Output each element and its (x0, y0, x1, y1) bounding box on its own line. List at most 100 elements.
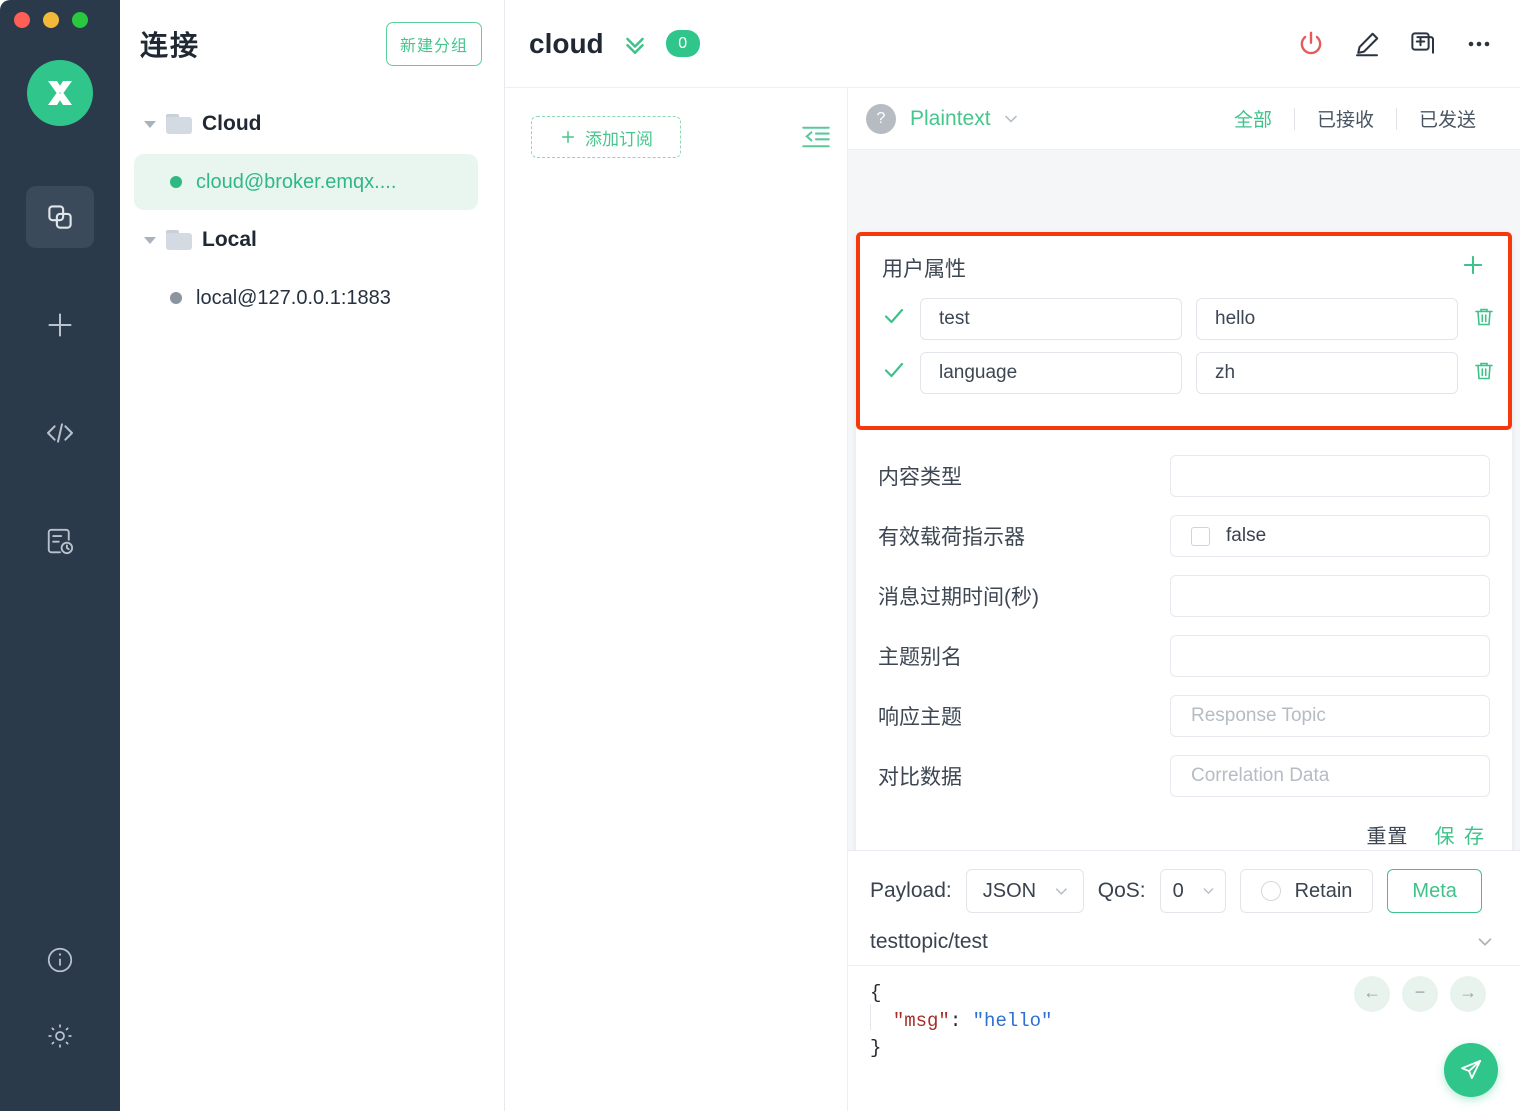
payload-format-select[interactable]: Plaintext (910, 107, 1021, 131)
delete-user-property-button[interactable] (1472, 359, 1496, 388)
check-icon (882, 304, 906, 328)
edit-connection-button[interactable] (1352, 29, 1382, 59)
save-button[interactable]: 保 存 (1434, 820, 1486, 849)
payload-format-dropdown[interactable]: JSON (966, 869, 1084, 913)
placeholder-text: Correlation Data (1191, 765, 1329, 787)
next-button[interactable]: → (1450, 976, 1486, 1012)
meta-properties-panel: 用户属性 (856, 232, 1512, 850)
sidebar-item-connections[interactable] (26, 186, 94, 248)
power-icon (1296, 29, 1326, 59)
window-traffic-lights (14, 12, 88, 28)
user-property-row: test hello (882, 298, 1486, 340)
page-title: 连接 (140, 24, 200, 64)
content-type-input[interactable] (1170, 455, 1490, 497)
expand-details-button[interactable] (620, 29, 650, 59)
payload-label: Payload: (870, 879, 952, 903)
response-topic-input[interactable]: Response Topic (1170, 695, 1490, 737)
chevron-down-icon[interactable] (144, 237, 156, 244)
code-icon (44, 417, 76, 449)
field-content-type: 内容类型 (878, 446, 1490, 506)
connection-item-cloud[interactable]: cloud@broker.emqx.... (134, 154, 478, 210)
mqttx-window: 连接 新建分组 Cloud cloud@broker.emqx.... (0, 0, 1520, 1111)
user-property-value-input[interactable]: hello (1196, 298, 1458, 340)
sidebar-item-settings[interactable] (45, 1021, 75, 1051)
field-label: 对比数据 (878, 761, 1170, 791)
payload-indicator-checkbox[interactable] (1191, 527, 1210, 546)
field-label: 有效载荷指示器 (878, 521, 1170, 551)
publish-options: Payload: JSON QoS: 0 (870, 863, 1496, 919)
add-user-property-button[interactable] (1460, 252, 1486, 284)
log-clock-icon (45, 526, 75, 556)
edit-pencil-icon (1352, 29, 1382, 59)
sidebar-item-scripts[interactable] (26, 402, 94, 464)
reset-button[interactable]: 重置 (1366, 820, 1408, 849)
collapse-panel-icon (801, 124, 831, 150)
tab-sent[interactable]: 已发送 (1397, 105, 1498, 132)
new-group-button[interactable]: 新建分组 (386, 22, 482, 66)
correlation-data-input[interactable]: Correlation Data (1170, 755, 1490, 797)
payload-indicator-checkbox-wrap[interactable]: false (1170, 515, 1490, 557)
connection-item-local[interactable]: local@127.0.0.1:1883 (134, 270, 478, 326)
tab-received[interactable]: 已接收 (1295, 105, 1396, 132)
user-property-key-input[interactable]: test (920, 298, 1182, 340)
retain-radio-icon (1261, 881, 1281, 901)
enabled-check-icon[interactable] (882, 304, 906, 335)
prev-button[interactable]: ← (1354, 976, 1390, 1012)
retain-toggle[interactable]: Retain (1240, 869, 1374, 913)
group-row-cloud[interactable]: Cloud (120, 102, 504, 146)
rail-icon-list (0, 186, 120, 618)
group-label: Cloud (202, 112, 261, 136)
payload-editor[interactable]: { "msg": "hello" } ← − → (848, 965, 1520, 1111)
folder-icon (166, 230, 192, 250)
question-mark-icon[interactable]: ? (866, 104, 896, 134)
new-connection-button[interactable] (1408, 29, 1438, 59)
copy-stack-icon (45, 202, 75, 232)
topic-alias-input[interactable] (1170, 635, 1490, 677)
user-property-key-input[interactable]: language (920, 352, 1182, 394)
enabled-check-icon[interactable] (882, 358, 906, 389)
minimize-window-button[interactable] (43, 12, 59, 28)
indent-guide (870, 1004, 871, 1030)
qos-value: 0 (1173, 880, 1184, 903)
maximize-window-button[interactable] (72, 12, 88, 28)
user-property-row: language zh (882, 352, 1486, 394)
chevron-down-icon[interactable] (1474, 931, 1496, 953)
minus-button[interactable]: − (1402, 976, 1438, 1012)
sidebar-item-new[interactable] (26, 294, 94, 356)
collapse-panel-button[interactable] (801, 124, 831, 155)
json-value: "hello" (973, 1010, 1053, 1032)
main-header: cloud 0 (505, 0, 1520, 88)
field-label: 主题别名 (878, 641, 1170, 671)
main-header-actions (1296, 29, 1494, 59)
status-dot (170, 292, 182, 304)
send-paper-plane-icon (1458, 1057, 1484, 1083)
subscriptions-panel: 添加订阅 (505, 88, 848, 1111)
rail-bottom-icons (0, 945, 120, 1051)
close-window-button[interactable] (14, 12, 30, 28)
chevron-down-icon[interactable] (144, 121, 156, 128)
messages-scroll-area[interactable]: 用户属性 (848, 150, 1520, 850)
send-message-button[interactable] (1444, 1043, 1498, 1097)
json-key: "msg" (893, 1010, 950, 1032)
message-expiry-input[interactable] (1170, 575, 1490, 617)
disconnect-button[interactable] (1296, 29, 1326, 59)
more-options-button[interactable] (1464, 35, 1494, 53)
meta-panel-actions: 重置 保 存 (856, 806, 1512, 850)
chevron-down-icon (1001, 109, 1021, 129)
qos-dropdown[interactable]: 0 (1160, 869, 1226, 913)
field-label: 响应主题 (878, 701, 1170, 731)
sidebar-item-about[interactable] (45, 945, 75, 975)
tab-all[interactable]: 全部 (1212, 105, 1294, 132)
publish-topic-row[interactable]: testtopic/test (870, 919, 1496, 965)
add-subscription-button[interactable]: 添加订阅 (531, 116, 681, 158)
sidebar-item-log[interactable] (26, 510, 94, 572)
field-message-expiry: 消息过期时间(秒) (878, 566, 1490, 626)
group-row-local[interactable]: Local (120, 218, 504, 262)
meta-toggle-button[interactable]: Meta (1387, 869, 1481, 913)
delete-user-property-button[interactable] (1472, 305, 1496, 334)
publish-topic-value: testtopic/test (870, 930, 988, 954)
trash-icon (1472, 305, 1496, 329)
user-property-value-input[interactable]: zh (1196, 352, 1458, 394)
connection-label: cloud@broker.emqx.... (196, 171, 396, 194)
editor-nav-buttons: ← − → (1354, 976, 1486, 1012)
